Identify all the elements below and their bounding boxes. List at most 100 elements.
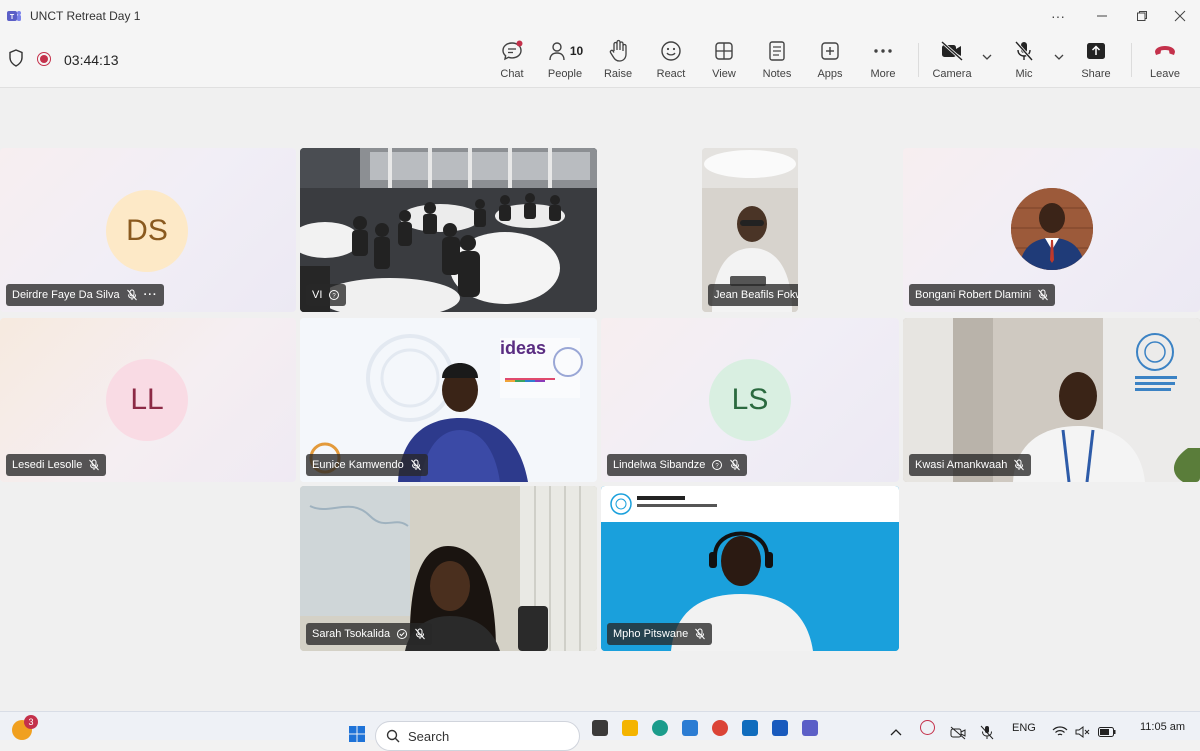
camera-off-icon <box>940 41 964 61</box>
smiley-icon <box>661 41 681 61</box>
title-bar: T UNCT Retreat Day 1 ··· <box>0 0 1200 31</box>
more-label: More <box>870 68 896 80</box>
outlook-icon[interactable] <box>742 720 758 736</box>
mic-off-icon <box>415 628 425 640</box>
file-explorer-icon[interactable] <box>622 720 638 736</box>
participant-nameplate: Jean Beafils Fokwa Tsafack <box>708 284 798 306</box>
volume-muted-icon[interactable] <box>1075 726 1091 738</box>
mic-off-icon <box>1038 289 1049 301</box>
taskbar-search-input[interactable]: Search <box>375 721 580 751</box>
mic-off-icon <box>89 459 100 471</box>
participant-nameplate: Lindelwa Sibandze ? <box>607 454 748 476</box>
sync-icon[interactable] <box>920 720 935 735</box>
participant-nameplate: Eunice Kamwendo <box>306 454 428 476</box>
participant-tile[interactable]: Bongani Robert Dlamini <box>903 148 1200 312</box>
chrome-icon[interactable] <box>712 720 728 736</box>
share-screen-icon <box>1087 43 1105 59</box>
task-view-icon[interactable] <box>592 720 608 736</box>
avatar: LS <box>709 359 791 441</box>
teams-taskbar-icon[interactable] <box>802 720 818 736</box>
chat-label: Chat <box>500 68 524 80</box>
meeting-toolbar: 03:44:13 Chat 10 People Raise React View… <box>0 31 1200 88</box>
chat-icon <box>502 40 523 61</box>
participant-tile[interactable]: Mpho Pitswane <box>601 486 899 651</box>
wifi-icon[interactable] <box>1052 726 1068 738</box>
view-button[interactable]: View <box>708 39 740 83</box>
participant-nameplate: Deirdre Faye Da Silva ··· <box>6 284 164 306</box>
minimize-button[interactable] <box>1082 0 1122 31</box>
search-placeholder: Search <box>408 728 450 744</box>
mic-off-icon <box>410 459 421 471</box>
leave-button[interactable]: Leave <box>1149 39 1181 83</box>
apps-button[interactable]: Apps <box>814 39 846 83</box>
store-icon[interactable] <box>682 720 698 736</box>
react-label: React <box>656 68 686 80</box>
mic-off-icon <box>730 459 741 471</box>
participant-more-icon[interactable]: ··· <box>144 289 158 301</box>
shield-icon[interactable] <box>8 49 24 67</box>
edge-icon[interactable] <box>652 720 668 736</box>
participant-tile[interactable]: LS Lindelwa Sibandze ? <box>601 318 899 482</box>
avatar: DS <box>106 190 188 272</box>
mic-button[interactable]: Mic <box>1008 39 1040 83</box>
language-indicator[interactable]: ENG <box>1012 722 1036 734</box>
verified-icon <box>397 629 408 639</box>
camera-button[interactable]: Camera <box>932 39 972 83</box>
chat-button[interactable]: Chat <box>496 39 528 83</box>
participant-nameplate: Mpho Pitswane <box>607 623 713 645</box>
add-apps-icon <box>821 42 839 60</box>
notes-button[interactable]: Notes <box>761 39 793 83</box>
svg-text:?: ? <box>716 464 720 470</box>
ideas-logo: ideas <box>500 338 547 358</box>
teams-icon: T <box>7 10 21 21</box>
leave-label: Leave <box>1150 68 1180 80</box>
restore-button[interactable] <box>1122 0 1162 31</box>
battery-icon[interactable] <box>1098 727 1116 737</box>
raise-hand-button[interactable]: Raise <box>602 39 634 83</box>
toolbar-divider <box>918 43 919 77</box>
chevron-up-icon[interactable] <box>890 728 902 736</box>
participant-nameplate: Bongani Robert Dlamini <box>909 284 1056 306</box>
speaker-icon: ? <box>329 290 340 300</box>
camera-options-chevron-icon[interactable] <box>981 51 993 63</box>
video-stage: DS Deirdre Faye Da Silva ··· VI ? Jean B… <box>0 88 1200 711</box>
people-count: 10 <box>569 44 584 58</box>
people-button[interactable]: 10 People <box>545 39 585 83</box>
window-title: UNCT Retreat Day 1 <box>30 8 141 23</box>
avatar-initials: DS <box>126 214 168 247</box>
participant-tile[interactable]: DS Deirdre Faye Da Silva ··· <box>0 148 296 312</box>
share-label: Share <box>1081 68 1111 80</box>
toolbar-divider <box>1131 43 1132 77</box>
word-icon[interactable] <box>772 720 788 736</box>
participant-tile[interactable]: LL Lesedi Lesolle <box>0 318 296 482</box>
participant-tile[interactable]: Sarah Tsokalida <box>300 486 597 651</box>
windows-taskbar: 3 Search ENG 11:05 am <box>0 711 1200 751</box>
clock-time[interactable]: 11:05 am <box>1140 721 1185 733</box>
more-button[interactable]: More <box>867 39 899 83</box>
start-icon[interactable] <box>349 726 365 742</box>
mic-options-chevron-icon[interactable] <box>1053 51 1065 63</box>
mic-off-tray-icon[interactable] <box>980 725 994 740</box>
participant-tile[interactable]: ideas Eunice Kamwendo <box>300 318 597 482</box>
close-button[interactable] <box>1160 0 1200 31</box>
more-icon <box>874 49 892 53</box>
meeting-timer: 03:44:13 <box>64 52 119 68</box>
camera-off-tray-icon[interactable] <box>950 726 966 740</box>
mic-off-icon <box>695 628 706 640</box>
share-button[interactable]: Share <box>1080 39 1112 83</box>
participant-tile[interactable]: Jean Beafils Fokwa Tsafack <box>702 148 798 312</box>
search-icon <box>386 729 400 743</box>
camera-label: Camera <box>932 68 972 80</box>
participant-tile[interactable]: VI ? <box>300 148 597 312</box>
avatar <box>1011 188 1093 270</box>
notes-label: Notes <box>762 68 792 80</box>
raise-label: Raise <box>603 68 633 80</box>
participant-name: Sarah Tsokalida <box>312 628 391 640</box>
people-icon <box>549 42 565 61</box>
participant-tile[interactable]: Kwasi Amankwaah <box>903 318 1200 482</box>
recording-icon <box>37 52 51 66</box>
more-options-icon[interactable]: ··· <box>1038 0 1078 31</box>
react-button[interactable]: React <box>655 39 687 83</box>
participant-name: VI <box>312 289 323 301</box>
mic-label: Mic <box>1015 68 1033 80</box>
